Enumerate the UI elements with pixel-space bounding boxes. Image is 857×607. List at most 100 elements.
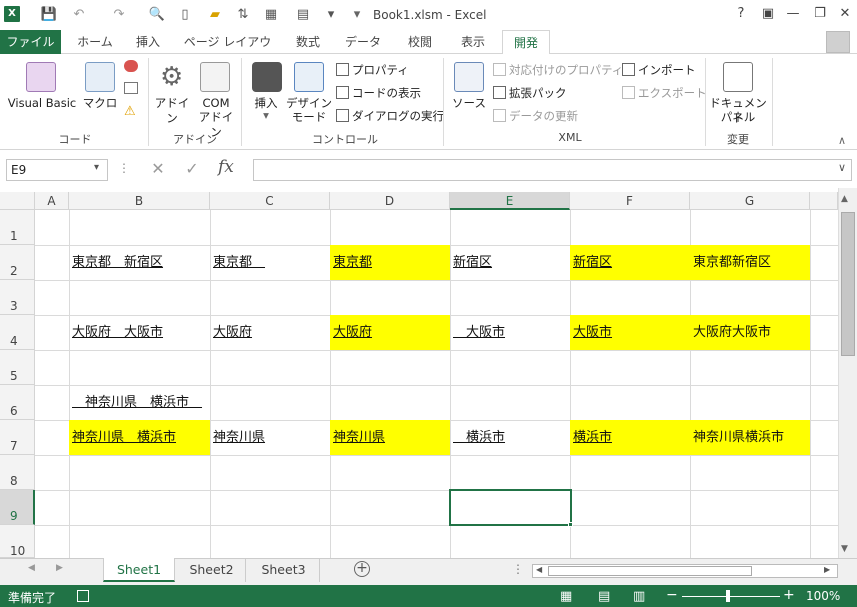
row-header-10[interactable]: 10 <box>0 525 35 558</box>
add-sheet-icon[interactable]: + <box>354 561 370 577</box>
column-header-b[interactable]: B <box>69 192 210 210</box>
new-file-icon[interactable]: ▯ <box>176 6 194 24</box>
expansion-pack-button[interactable]: 拡張パック <box>493 86 567 100</box>
cell-c2[interactable]: 東京都 <box>210 245 330 280</box>
tab-file[interactable]: ファイル <box>0 30 61 54</box>
open-folder-icon[interactable]: ▰ <box>206 6 224 24</box>
design-mode-label1[interactable]: デザイン <box>286 96 332 111</box>
cell-d2[interactable]: 東京都 <box>330 245 450 280</box>
cell-g4[interactable]: 大阪府大阪市 <box>690 315 810 350</box>
row-header-6[interactable]: 6 <box>0 385 35 420</box>
row-header-1[interactable]: 1 <box>0 210 35 245</box>
import-button[interactable]: インポート <box>622 63 696 77</box>
xml-source-button[interactable]: ソース <box>448 96 490 111</box>
namebox-dropdown-icon[interactable]: ▾ <box>94 162 99 173</box>
cell-d4[interactable]: 大阪府 <box>330 315 450 350</box>
scroll-up-icon[interactable]: ▲ <box>841 194 848 204</box>
row-header-9[interactable]: 9 <box>0 490 35 525</box>
relative-reference-icon[interactable] <box>124 82 138 94</box>
insert-function-icon[interactable]: fx <box>218 157 244 177</box>
cell-b7[interactable]: 神奈川県 横浜市 <box>69 420 210 455</box>
run-dialog-button[interactable]: ダイアログの実行 <box>336 109 444 123</box>
cell-b4[interactable]: 大阪府 大阪市 <box>69 315 210 350</box>
scroll-right-icon[interactable]: ▶ <box>824 565 830 574</box>
redo-icon[interactable]: ↷ <box>110 6 128 24</box>
user-avatar[interactable] <box>826 31 850 53</box>
column-header-h[interactable] <box>810 192 838 210</box>
sheet-tab-3[interactable]: Sheet3 <box>248 558 320 582</box>
tab-formulas[interactable]: 数式 <box>285 30 331 54</box>
fill-handle[interactable] <box>568 522 573 527</box>
undo-icon[interactable]: ↶ <box>70 6 88 24</box>
page-break-view-icon[interactable]: ▥ <box>633 589 645 604</box>
dropdown-icon[interactable]: ▾ <box>322 6 340 24</box>
restore-icon[interactable]: ❐ <box>810 5 830 23</box>
macro-record-status-icon[interactable] <box>77 590 89 602</box>
help-icon[interactable]: ? <box>731 5 751 23</box>
cell-f2[interactable]: 新宿区 <box>570 245 690 280</box>
column-header-f[interactable]: F <box>570 192 690 210</box>
name-box[interactable]: E9 <box>6 159 108 181</box>
sheet-tab-1[interactable]: Sheet1 <box>103 558 175 582</box>
macro-security-icon[interactable]: ⚠ <box>124 104 136 119</box>
properties-button[interactable]: プロパティ <box>336 63 409 77</box>
tab-split-grip-icon[interactable]: ⋮ <box>512 562 524 576</box>
normal-view-icon[interactable]: ▦ <box>560 589 572 604</box>
active-cell-e9[interactable] <box>449 489 572 526</box>
expand-formula-icon[interactable]: ∨ <box>838 161 846 174</box>
zoom-level[interactable]: 100% <box>806 589 840 603</box>
cell-f4[interactable]: 大阪市 <box>570 315 690 350</box>
tab-review[interactable]: 校閲 <box>397 30 443 54</box>
qat-customize-icon[interactable]: ▾ <box>348 6 366 24</box>
scroll-down-icon[interactable]: ▼ <box>841 544 848 554</box>
column-header-c[interactable]: C <box>210 192 330 210</box>
export-button[interactable]: エクスポート <box>622 86 707 100</box>
cell-f7[interactable]: 横浜市 <box>570 420 690 455</box>
collapse-ribbon-icon[interactable]: ∧ <box>838 134 846 147</box>
form-icon[interactable]: ▤ <box>294 6 312 24</box>
zoom-slider-thumb[interactable] <box>726 590 730 602</box>
zoom-slider-track[interactable] <box>682 596 780 597</box>
visual-basic-button[interactable]: Visual Basic <box>4 96 80 111</box>
cell-b2[interactable]: 東京都 新宿区 <box>69 245 210 280</box>
cell-b6[interactable]: 神奈川県 横浜市 <box>69 385 210 420</box>
zoom-out-button[interactable]: − <box>666 587 678 603</box>
horizontal-scroll-thumb[interactable] <box>548 566 752 576</box>
row-header-8[interactable]: 8 <box>0 455 35 490</box>
row-header-4[interactable]: 4 <box>0 315 35 350</box>
record-macro-icon[interactable] <box>124 60 138 72</box>
column-header-e[interactable]: E <box>450 192 570 210</box>
select-all-corner[interactable] <box>0 192 35 210</box>
zoom-in-button[interactable]: + <box>783 587 795 603</box>
vertical-scroll-thumb[interactable] <box>841 212 855 356</box>
tab-developer[interactable]: 開発 <box>502 30 550 55</box>
document-panel-label2[interactable]: パネル <box>706 110 770 125</box>
save-icon[interactable]: 💾 <box>40 6 58 24</box>
cancel-icon[interactable]: ✕ <box>148 159 168 178</box>
tab-view[interactable]: 表示 <box>450 30 496 54</box>
chart-icon[interactable]: ▦ <box>262 6 280 24</box>
tab-data[interactable]: データ <box>338 30 388 54</box>
cell-c7[interactable]: 神奈川県 <box>210 420 330 455</box>
scroll-left-icon[interactable]: ◀ <box>536 565 542 574</box>
row-header-2[interactable]: 2 <box>0 245 35 280</box>
sheet-tab-2[interactable]: Sheet2 <box>178 558 246 582</box>
formula-input[interactable] <box>253 159 852 181</box>
tab-home[interactable]: ホーム <box>70 30 120 54</box>
print-preview-icon[interactable]: 🔍 <box>148 6 166 24</box>
column-header-d[interactable]: D <box>330 192 450 210</box>
row-header-5[interactable]: 5 <box>0 350 35 385</box>
addin-button[interactable]: アドイン <box>152 96 192 126</box>
column-header-a[interactable]: A <box>35 192 69 210</box>
tab-page-layout[interactable]: ページ レイアウト <box>180 30 275 73</box>
map-properties-button[interactable]: 対応付けのプロパティ <box>493 63 623 77</box>
view-code-button[interactable]: コードの表示 <box>336 86 421 100</box>
refresh-data-button[interactable]: データの更新 <box>493 109 578 123</box>
cell-e4[interactable]: 大阪市 <box>450 315 570 350</box>
sort-icon[interactable]: ⇅ <box>234 6 252 24</box>
close-icon[interactable]: ✕ <box>835 5 855 23</box>
tab-insert[interactable]: 挿入 <box>125 30 171 54</box>
com-addin-label1[interactable]: COM <box>194 96 238 111</box>
cell-e7[interactable]: 横浜市 <box>450 420 570 455</box>
ribbon-display-icon[interactable]: ▣ <box>758 5 778 23</box>
